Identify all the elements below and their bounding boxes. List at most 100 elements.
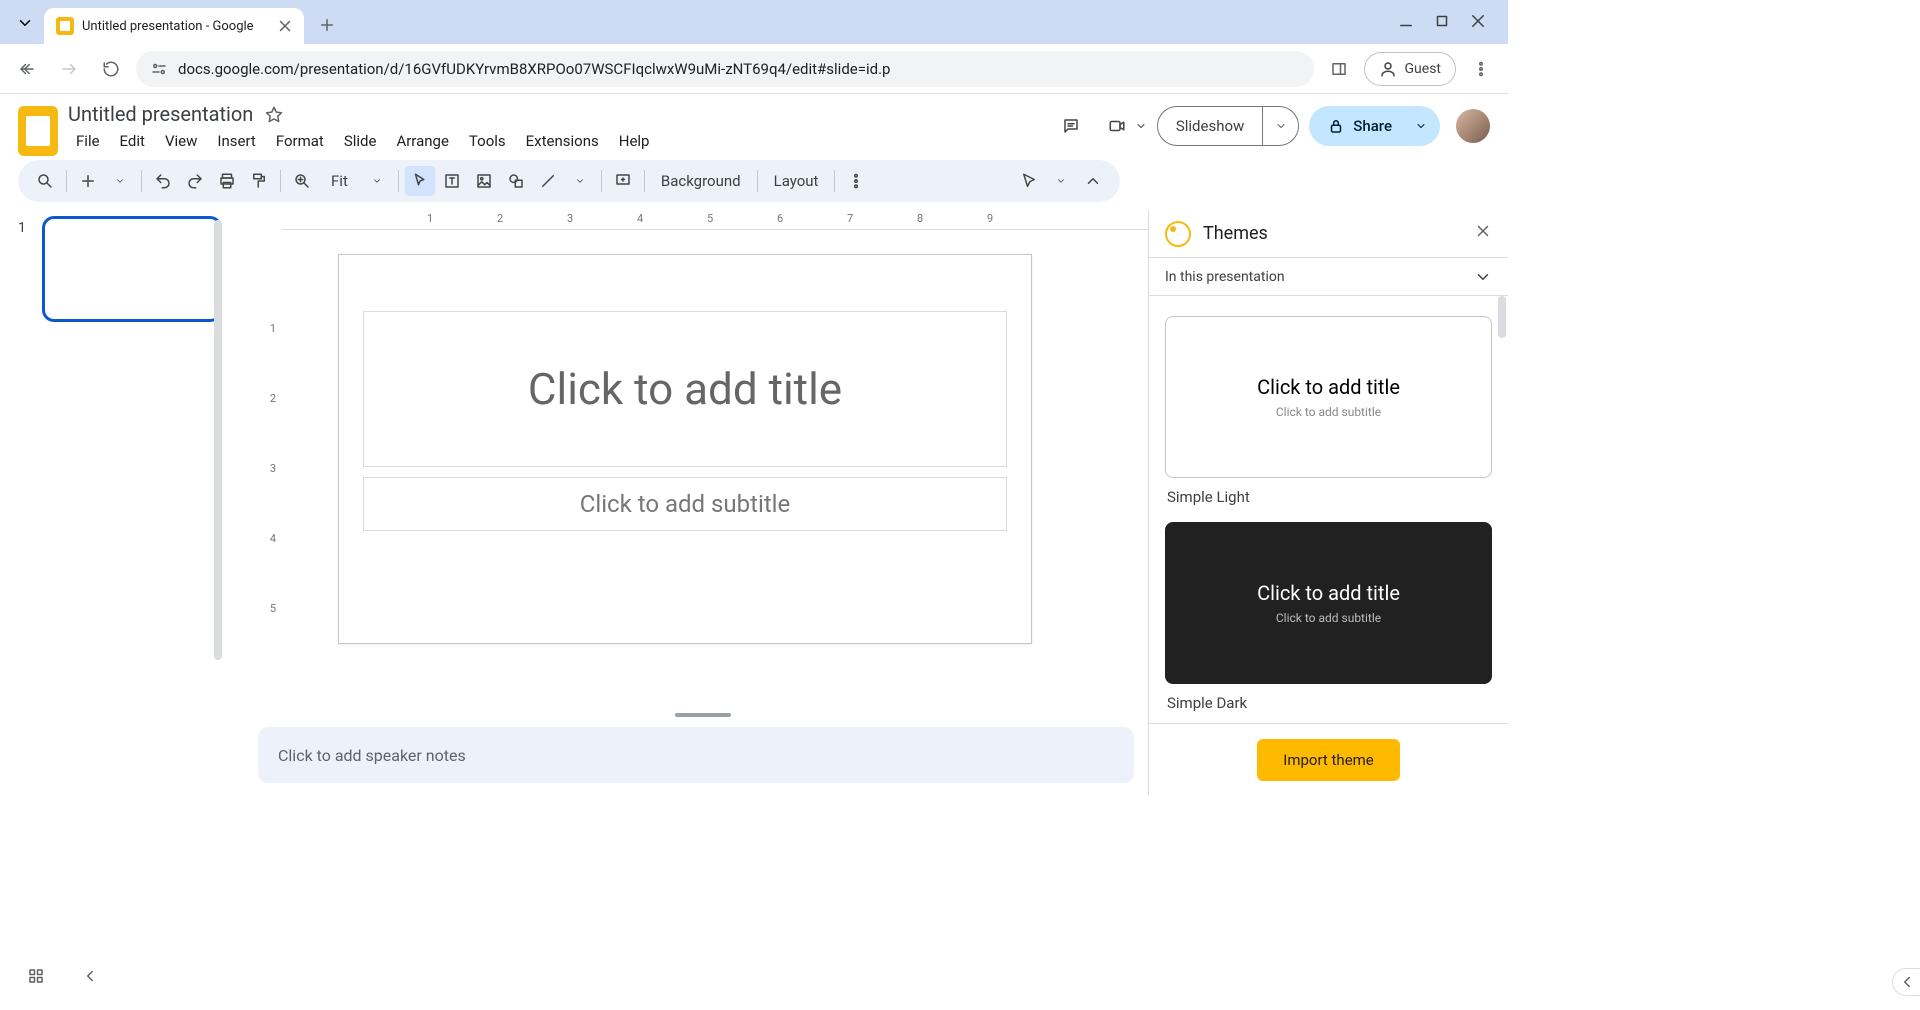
forward-button[interactable]	[52, 52, 86, 86]
ruler-tick: 1	[270, 322, 276, 335]
theme-preview-subtitle: Click to add subtitle	[1276, 405, 1381, 419]
theme-card-simple-light[interactable]: Click to add title Click to add subtitle	[1165, 316, 1492, 478]
background-button[interactable]: Background	[651, 172, 751, 190]
new-slide-dropdown[interactable]	[105, 166, 135, 196]
tab-close-button[interactable]	[276, 17, 294, 35]
slide-thumbnail[interactable]	[42, 216, 222, 322]
slide-canvas[interactable]: Click to add title Click to add subtitle	[338, 254, 1032, 644]
menu-arrange[interactable]: Arrange	[388, 128, 456, 154]
site-info-icon[interactable]	[150, 60, 168, 78]
redo-button[interactable]	[180, 166, 210, 196]
zoom-dropdown[interactable]	[362, 166, 392, 196]
comments-button[interactable]	[1053, 108, 1089, 144]
slideshow-button[interactable]: Slideshow	[1157, 106, 1299, 146]
slides-logo-icon[interactable]	[18, 106, 58, 156]
chevron-down-icon[interactable]	[1135, 117, 1147, 135]
select-tool[interactable]	[405, 166, 435, 196]
theme-label: Simple Light	[1165, 486, 1492, 514]
share-button[interactable]: Share	[1309, 106, 1440, 146]
address-bar[interactable]: docs.google.com/presentation/d/16GVfUDKY…	[136, 51, 1314, 87]
undo-button[interactable]	[148, 166, 178, 196]
document-title[interactable]: Untitled presentation	[68, 102, 253, 126]
menu-slide[interactable]: Slide	[336, 128, 385, 154]
meet-button[interactable]	[1099, 108, 1135, 144]
new-tab-button[interactable]	[312, 10, 342, 40]
menu-help[interactable]: Help	[611, 128, 658, 154]
textbox-tool[interactable]	[437, 166, 467, 196]
themes-scrollbar[interactable]	[1498, 296, 1506, 338]
menu-view[interactable]: View	[157, 128, 205, 154]
theme-card-simple-dark[interactable]: Click to add title Click to add subtitle	[1165, 522, 1492, 684]
chrome-menu-button[interactable]	[1464, 52, 1498, 86]
zoom-level[interactable]: Fit	[321, 172, 358, 190]
browser-tab-strip: Untitled presentation - Google	[0, 0, 1508, 44]
new-slide-button[interactable]	[73, 166, 103, 196]
themes-icon	[1165, 221, 1191, 247]
toolbar: Fit Background Layout	[18, 160, 1120, 202]
zoom-button[interactable]	[287, 166, 317, 196]
browser-tab[interactable]: Untitled presentation - Google	[44, 8, 304, 44]
pointer-dropdown[interactable]	[1046, 166, 1076, 196]
slideshow-dropdown[interactable]	[1262, 107, 1298, 145]
app-header: Untitled presentation File Edit View Ins…	[0, 94, 1508, 156]
print-button[interactable]	[212, 166, 242, 196]
menu-tools[interactable]: Tools	[461, 128, 514, 154]
ruler-tick: 2	[270, 392, 276, 405]
profile-chip[interactable]: Guest	[1364, 52, 1456, 86]
collapse-filmstrip-button[interactable]	[76, 962, 104, 990]
menu-insert[interactable]: Insert	[209, 128, 263, 154]
line-dropdown[interactable]	[565, 166, 595, 196]
tab-search-button[interactable]	[10, 8, 40, 38]
url-text: docs.google.com/presentation/d/16GVfUDKY…	[178, 60, 890, 78]
title-placeholder[interactable]: Click to add title	[363, 311, 1007, 467]
separator	[834, 170, 835, 192]
ruler-tick: 7	[847, 212, 853, 225]
slides-favicon-icon	[56, 17, 74, 35]
main-area: 1 1 2 3 4 5 6 7 8 9 1 2 3 4 5 Click to a…	[0, 210, 1508, 795]
canvas-area: 1 2 3 4 5 6 7 8 9 1 2 3 4 5 Click to add…	[258, 210, 1148, 795]
ruler-tick: 1	[427, 212, 433, 225]
grid-view-button[interactable]	[22, 962, 50, 990]
image-tool[interactable]	[469, 166, 499, 196]
chevron-down-icon	[1474, 268, 1492, 286]
side-panel-toggle[interactable]	[1892, 968, 1920, 996]
share-dropdown[interactable]	[1408, 117, 1440, 135]
star-button[interactable]	[263, 103, 285, 125]
reload-button[interactable]	[94, 52, 128, 86]
minimize-button[interactable]	[1396, 12, 1416, 34]
themes-section-header[interactable]: In this presentation	[1149, 258, 1508, 296]
theme-preview-title: Click to add title	[1257, 375, 1400, 399]
subtitle-placeholder[interactable]: Click to add subtitle	[363, 477, 1007, 531]
filmstrip-scrollbar[interactable]	[214, 220, 222, 660]
separator	[757, 170, 758, 192]
menu-format[interactable]: Format	[268, 128, 332, 154]
bottom-left-controls	[22, 962, 104, 990]
back-button[interactable]	[10, 52, 44, 86]
toolbar-row: Fit Background Layout	[0, 156, 1508, 210]
side-panel-button[interactable]	[1322, 52, 1356, 86]
import-theme-label: Import theme	[1283, 751, 1374, 769]
account-avatar[interactable]	[1456, 109, 1490, 143]
separator	[280, 170, 281, 192]
layout-button[interactable]: Layout	[764, 172, 829, 190]
slideshow-label: Slideshow	[1158, 117, 1262, 135]
maximize-button[interactable]	[1432, 12, 1452, 34]
themes-close-button[interactable]	[1474, 222, 1492, 245]
menu-extensions[interactable]: Extensions	[518, 128, 607, 154]
pointer-mode-button[interactable]	[1014, 166, 1044, 196]
menu-edit[interactable]: Edit	[112, 128, 153, 154]
speaker-notes[interactable]: Click to add speaker notes	[258, 727, 1134, 783]
line-tool[interactable]	[533, 166, 563, 196]
tab-title: Untitled presentation - Google	[82, 19, 268, 34]
comment-tool[interactable]	[608, 166, 638, 196]
more-button[interactable]	[841, 166, 871, 196]
shape-tool[interactable]	[501, 166, 531, 196]
search-menus-button[interactable]	[30, 166, 60, 196]
separator	[141, 170, 142, 192]
paint-format-button[interactable]	[244, 166, 274, 196]
window-close-button[interactable]	[1468, 12, 1488, 34]
menu-file[interactable]: File	[68, 128, 108, 154]
import-theme-button[interactable]: Import theme	[1257, 739, 1400, 781]
notes-resize-handle[interactable]	[675, 713, 731, 717]
hide-menus-button[interactable]	[1078, 166, 1108, 196]
